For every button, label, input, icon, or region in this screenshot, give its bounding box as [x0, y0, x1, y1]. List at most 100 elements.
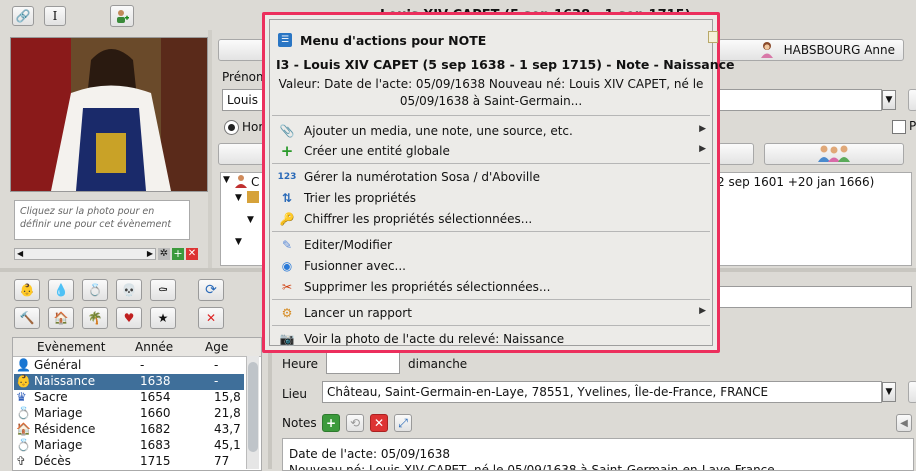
occupation-event-icon[interactable]: 🔨 — [14, 307, 40, 329]
tree-right-text: 2 sep 1601 +20 jan 1666) — [717, 175, 875, 189]
emigration-event-icon[interactable]: 🌴 — [82, 307, 108, 329]
table-row[interactable]: 💍 Mariage 1683 45,1 — [14, 438, 244, 454]
events-scroll-thumb[interactable] — [248, 362, 258, 452]
vertical-splitter[interactable] — [208, 30, 212, 268]
events-table-header: Evènement Année Age — [13, 338, 261, 357]
notes-expand-icon[interactable]: ⤢ — [394, 414, 412, 432]
spouse-name: HABSBOURG Anne — [783, 43, 895, 57]
lieu-right-button[interactable] — [908, 381, 916, 403]
menu-item-create-entity[interactable]: + Créer une entité globale ▶ — [270, 141, 712, 161]
col-header-event[interactable]: Evènement — [37, 340, 105, 354]
lieu-field[interactable]: Château, Saint-Germain-en-Laye, 78551, Y… — [322, 381, 882, 403]
refresh-icon[interactable]: ⟳ — [198, 279, 224, 301]
event-age: 15,8 — [214, 390, 241, 404]
note-doc-icon — [708, 31, 718, 43]
menu-separator — [272, 163, 710, 164]
text-cursor-icon[interactable]: I — [44, 6, 66, 26]
col-header-year[interactable]: Année — [135, 340, 173, 354]
surname-dropdown-icon[interactable]: ▼ — [882, 90, 896, 110]
link-icon[interactable]: 🔗 — [12, 6, 34, 26]
birth-row-icon: 👶 — [16, 374, 31, 388]
edit-icon: ✎ — [281, 238, 293, 252]
sex-male-radio[interactable] — [224, 120, 239, 135]
menu-item-report[interactable]: ⚙ Lancer un rapport ▶ — [270, 303, 712, 323]
menu-item-sort[interactable]: ⇅ Trier les propriétés — [270, 188, 712, 208]
notes-text-area[interactable]: Date de l'acte: 05/09/1638 Nouveau né: L… — [282, 438, 914, 471]
marriage-event-icon[interactable]: 💍 — [82, 279, 108, 301]
key-icon: 🔑 — [279, 212, 295, 226]
event-age: - — [214, 374, 219, 388]
event-year: 1654 — [140, 390, 171, 404]
tree-expand-icon-4[interactable]: ▼ — [235, 237, 242, 247]
right-edge-button[interactable] — [908, 89, 916, 111]
menu-item-merge[interactable]: ◉ Fusionner avec... — [270, 256, 712, 276]
tree-expand-icon-2[interactable]: ▼ — [235, 193, 242, 203]
table-row-selected[interactable]: 👶 Naissance 1638 - — [14, 374, 244, 390]
table-row[interactable]: 👤 Général - - — [14, 358, 244, 374]
notes-link-icon[interactable]: ⟲ — [346, 414, 364, 432]
table-row[interactable]: ✞ Décès 1715 77 — [14, 454, 244, 470]
notes-add-icon[interactable]: + — [322, 414, 340, 432]
plus-icon: + — [280, 142, 294, 160]
tree-family-icon — [247, 191, 259, 203]
children-button[interactable] — [764, 143, 904, 165]
numbering-icon: 123 — [277, 172, 297, 182]
death-event-icon[interactable]: 💀 — [116, 279, 142, 301]
submenu-arrow-icon: ▶ — [699, 124, 706, 134]
col-header-age[interactable]: Age — [205, 340, 228, 354]
burial-event-icon[interactable]: ⚰ — [150, 279, 176, 301]
add-person-icon[interactable] — [110, 5, 134, 27]
heure-field[interactable] — [326, 352, 400, 374]
divorce-event-icon[interactable]: ♥ — [116, 307, 142, 329]
scroll-left-icon[interactable]: ◀ — [17, 249, 23, 258]
residence-event-icon[interactable]: 🏠 — [48, 307, 74, 329]
menu-item-delete[interactable]: ✂ Supprimer les propriétés sélectionnées… — [270, 277, 712, 297]
table-row[interactable]: ♛ Sacre 1654 15,8 — [14, 390, 244, 406]
scroll-right-icon[interactable]: ▶ — [147, 249, 153, 258]
parents-button-left[interactable] — [218, 143, 266, 165]
notes-label: Notes — [282, 416, 317, 430]
delete-event-icon[interactable]: ✕ — [198, 307, 224, 329]
table-row[interactable]: 💍 Mariage 1660 21,8 — [14, 406, 244, 422]
event-age: - — [214, 358, 219, 372]
menu-separator — [272, 299, 710, 300]
spouse-button[interactable]: HABSBOURG Anne — [718, 39, 904, 61]
context-menu[interactable]: ☰ Menu d'actions pour NOTE I3 - Louis XI… — [262, 12, 735, 353]
photo-add-icon[interactable]: + — [172, 248, 184, 260]
submenu-arrow-icon: ▶ — [699, 306, 706, 316]
notes-collapse-icon[interactable]: ◀ — [896, 414, 912, 432]
submenu-arrow-icon: ▶ — [699, 144, 706, 154]
event-year: 1682 — [140, 422, 171, 436]
misc-event-icon[interactable]: ★ — [150, 307, 176, 329]
day-label: dimanche — [408, 357, 468, 371]
event-name: Résidence — [34, 422, 96, 436]
surname-field[interactable] — [712, 89, 882, 111]
tree-expand-icon[interactable]: ▼ — [223, 175, 230, 185]
menu-item-view-photo[interactable]: 📷 Voir la photo de l'acte du relevé: Nai… — [270, 329, 712, 349]
death-row-icon: ✞ — [16, 454, 27, 468]
menu-value-line-2: 05/09/1638 à Saint-Germain... — [399, 94, 583, 108]
coronation-row-icon: ♛ — [16, 390, 27, 404]
photo-scrollbar[interactable]: ◀ ▶ — [14, 248, 156, 260]
birth-event-icon[interactable]: 👶 — [14, 279, 40, 301]
tree-expand-icon-3[interactable]: ▼ — [247, 215, 254, 225]
table-row[interactable]: 🏠 Résidence 1682 43,7 — [14, 422, 244, 438]
menu-item-edit[interactable]: ✎ Editer/Modifier — [270, 235, 712, 255]
event-name: Décès — [34, 454, 71, 468]
menu-item-sosa[interactable]: 123 Gérer la numérotation Sosa / d'Abovi… — [270, 167, 712, 187]
menu-header: Menu d'actions pour NOTE — [300, 33, 487, 48]
lieu-dropdown-icon[interactable]: ▼ — [882, 382, 896, 402]
right-checkbox[interactable] — [892, 120, 906, 134]
events-scrollbar[interactable] — [246, 356, 259, 469]
parents-button-mid[interactable] — [718, 143, 754, 165]
event-year: 1715 — [140, 454, 171, 468]
menu-item-add-media[interactable]: 📎 Ajouter un media, une note, une source… — [270, 121, 712, 141]
photo-delete-icon[interactable]: ✕ — [186, 248, 198, 260]
family-button-left[interactable] — [218, 39, 266, 61]
menu-item-encrypt[interactable]: 🔑 Chiffrer les propriétés sélectionnées.… — [270, 209, 712, 229]
photo-settings-icon[interactable]: ✲ — [158, 248, 170, 260]
heure-label: Heure — [282, 357, 319, 371]
notes-delete-icon[interactable]: ✕ — [370, 414, 388, 432]
portrait-photo[interactable] — [10, 37, 208, 192]
baptism-event-icon[interactable]: 💧 — [48, 279, 74, 301]
